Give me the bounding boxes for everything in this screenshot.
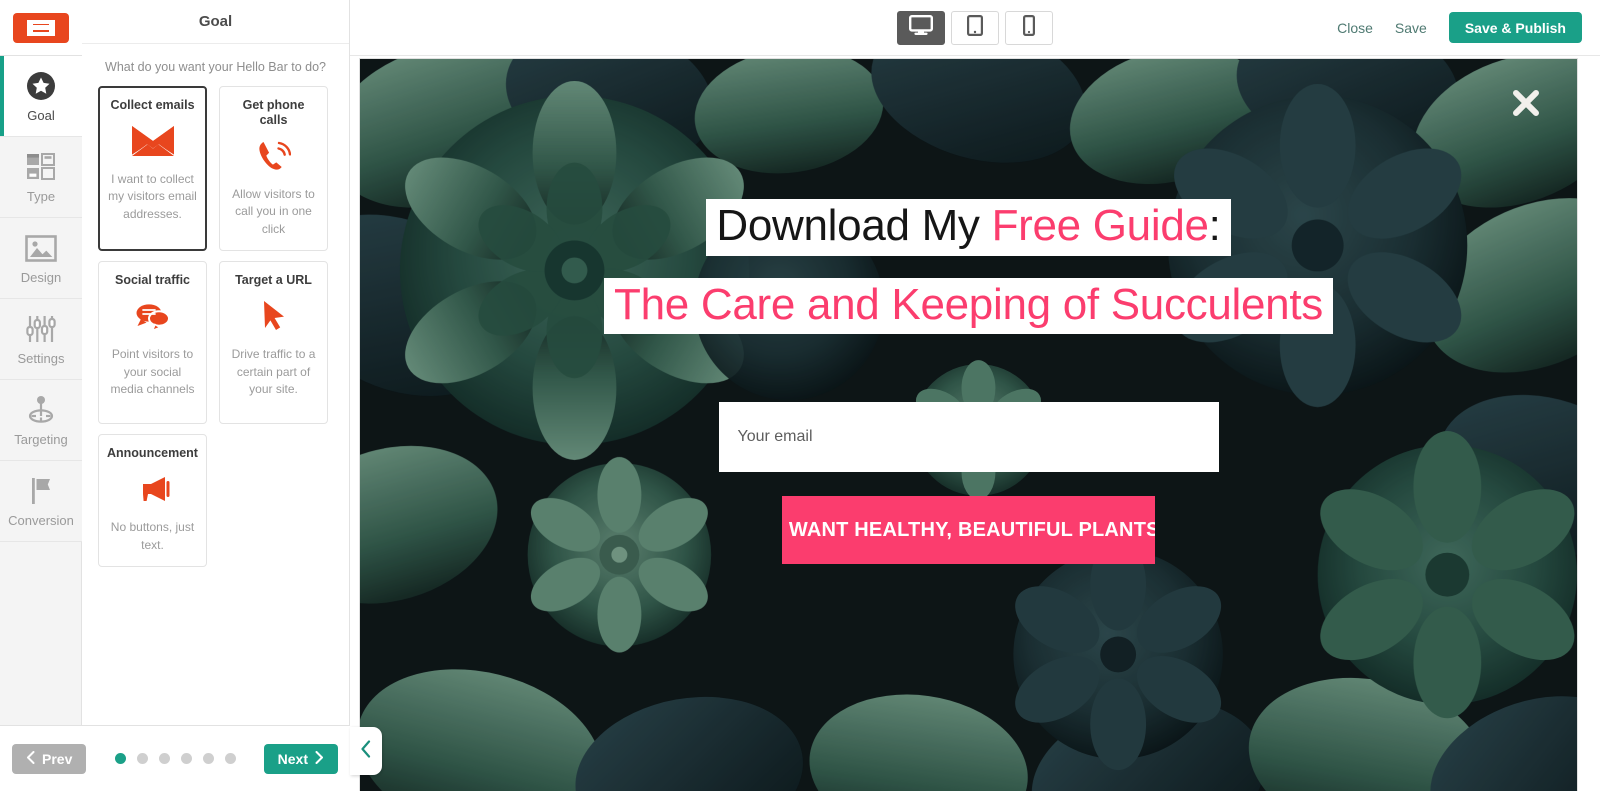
hello-bar-logo[interactable] — [13, 12, 69, 43]
cta-button[interactable]: I WANT HEALTHY, BEAUTIFUL PLANTS — [782, 496, 1155, 565]
step-dot-6[interactable] — [224, 753, 236, 764]
sliders-icon — [24, 312, 58, 346]
sidebar-item-label: Settings — [17, 351, 65, 366]
sidebar-item-settings[interactable]: Settings — [0, 299, 82, 380]
goal-card-desc: No buttons, just text. — [110, 520, 195, 552]
hello-bar-editor: Goal Type Design Settings Targeting Conv… — [0, 0, 1600, 791]
envelope-icon — [131, 119, 174, 163]
goal-panel: Goal What do you want your Hello Bar to … — [82, 0, 350, 791]
goal-card-desc: Allow visitors to call you in one click — [232, 187, 315, 236]
sidebar-item-conversion[interactable]: Conversion — [0, 461, 82, 542]
sidebar-item-design[interactable]: Design — [0, 218, 82, 299]
goal-card-title: Collect emails — [110, 98, 195, 112]
prev-button[interactable]: Prev — [12, 743, 87, 774]
logo-h-glyph — [27, 19, 55, 36]
goal-card-announcement[interactable]: Announcement No buttons, just text. — [98, 434, 207, 567]
chevron-left-icon — [360, 739, 372, 763]
headline-accent: Free Guide — [991, 201, 1209, 250]
next-button[interactable]: Next — [263, 743, 338, 774]
tablet-icon — [967, 14, 984, 41]
save-and-publish-button[interactable]: Save & Publish — [1448, 12, 1582, 43]
toolbar-actions: Close Save Save & Publish — [1337, 12, 1582, 43]
panel-question: What do you want your Hello Bar to do? — [105, 60, 326, 74]
image-picture-icon — [24, 231, 58, 265]
next-button-label: Next — [277, 750, 308, 767]
device-desktop-button[interactable] — [897, 10, 945, 45]
device-tablet-button[interactable] — [951, 10, 999, 45]
mobile-phone-icon — [1023, 14, 1036, 41]
layout-grid-icon — [24, 150, 58, 184]
cta-button-label: I WANT HEALTHY, BEAUTIFUL PLANTS — [782, 518, 1155, 541]
hello-bar-modal-content: Download My Free Guide: The Care and Kee… — [360, 199, 1577, 565]
logo-cell[interactable] — [0, 0, 82, 56]
sidebar-item-targeting[interactable]: Targeting — [0, 380, 82, 461]
goal-card-title: Get phone calls — [242, 98, 305, 127]
goal-card-title: Target a URL — [235, 273, 312, 288]
editor-toolbar: Close Save Save & Publish — [350, 0, 1600, 56]
goal-card-social-traffic[interactable]: Social traffic Point visitors to your so… — [98, 261, 207, 425]
email-placeholder-text: Your email — [737, 428, 813, 446]
step-dots — [114, 753, 236, 764]
sidebar-item-label: Design — [20, 270, 62, 285]
goal-card-list: Collect emails I want to collect my visi… — [82, 86, 349, 567]
device-switcher — [897, 10, 1053, 45]
goal-card-target-a-url[interactable]: Target a URL Drive traffic to a certain … — [219, 261, 328, 425]
desktop-monitor-icon — [909, 14, 934, 41]
email-input[interactable]: Your email — [718, 402, 1219, 473]
close-button[interactable]: Close — [1337, 20, 1373, 36]
goal-card-title: Social traffic — [114, 273, 191, 288]
target-pin-icon — [24, 393, 58, 427]
hello-bar-preview: Download My Free Guide: The Care and Kee… — [359, 58, 1578, 791]
chevron-left-icon — [26, 750, 35, 767]
preview-subheadline: The Care and Keeping of Succulents — [604, 277, 1333, 335]
cursor-arrow-icon — [261, 294, 287, 338]
goal-card-get-phone-calls[interactable]: Get phone calls Allow visitors to call y… — [219, 86, 328, 252]
goal-card-collect-emails[interactable]: Collect emails I want to collect my visi… — [98, 86, 207, 252]
sidebar-item-label: Goal — [27, 108, 55, 123]
goal-card-desc: Drive traffic to a certain part of your … — [231, 347, 316, 396]
wizard-bottom-bar: Prev Next — [0, 725, 350, 791]
sidebar-item-goal[interactable]: Goal — [0, 56, 82, 137]
sidebar-item-type[interactable]: Type — [0, 137, 82, 218]
goal-card-desc: I want to collect my visitors email addr… — [108, 172, 197, 221]
chevron-right-icon — [315, 750, 324, 767]
preview-headline: Download My Free Guide: — [706, 199, 1231, 256]
sidebar-item-label: Conversion — [8, 513, 74, 528]
step-dot-4[interactable] — [180, 753, 192, 764]
save-button[interactable]: Save — [1395, 20, 1427, 36]
step-dot-3[interactable] — [158, 753, 170, 764]
megaphone-icon — [135, 467, 171, 511]
star-badge-icon — [24, 69, 58, 103]
device-mobile-button[interactable] — [1005, 10, 1053, 45]
sidebar-item-label: Type — [26, 189, 56, 204]
prev-button-label: Prev — [42, 750, 73, 767]
phone-ringing-icon — [257, 134, 291, 178]
sidebar-item-label: Targeting — [14, 432, 68, 447]
headline-plain: Download My — [716, 201, 992, 250]
headline-tail: : — [1208, 201, 1221, 250]
page-title: Goal — [82, 0, 349, 44]
goal-card-title: Announcement — [107, 446, 198, 461]
step-dot-2[interactable] — [136, 753, 148, 764]
goal-card-desc: Point visitors to your social media chan… — [110, 347, 195, 396]
speech-bubbles-icon — [134, 294, 172, 338]
step-dot-5[interactable] — [202, 753, 214, 764]
step-dot-1[interactable] — [114, 753, 126, 764]
panel-collapse-tab[interactable] — [350, 727, 382, 775]
left-icon-rail: Goal Type Design Settings Targeting Conv… — [0, 0, 82, 791]
close-x-icon[interactable] — [1509, 86, 1543, 120]
flag-icon — [24, 474, 58, 508]
preview-stage: Close Save Save & Publish Download My Fr… — [350, 0, 1600, 791]
